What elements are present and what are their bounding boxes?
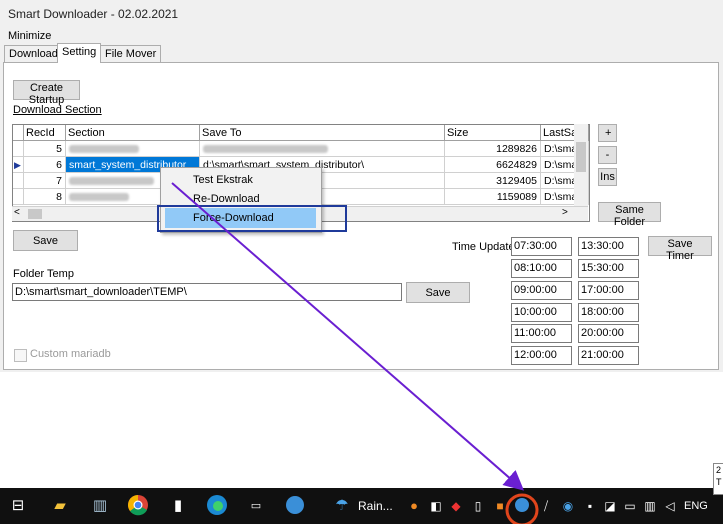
annotation-circle [505, 493, 539, 524]
annotation-overlay [171, 182, 539, 524]
annotation-arrow [171, 182, 525, 491]
tab-setting[interactable]: Setting [57, 43, 102, 63]
